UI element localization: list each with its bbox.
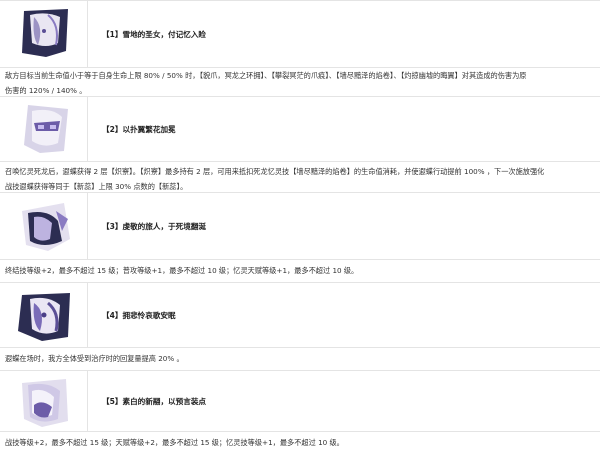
eidolon-4-description: 遐蝶在场时，我方全体受到治疗时的回复量提高 20% 。 (0, 348, 600, 370)
eidolon-1-portrait (18, 7, 74, 59)
eidolon-1-description-line: 敌方目标当前生命值小于等于自身生命上限 80% / 50% 时，【貌爪，冥龙之环… (5, 71, 527, 80)
eidolon-2-header: 【2】以扑翼繁花加冕 (0, 96, 600, 162)
eidolon-4-header: 【4】拥悲怜哀歌安眠 (0, 282, 600, 348)
eidolon-2-portrait (20, 103, 72, 155)
eidolon-4-portrait (16, 289, 74, 343)
eidolon-2-image-cell (0, 97, 88, 161)
eidolon-1-description: 敌方目标当前生命值小于等于自身生命上限 80% / 50% 时，【貌爪，冥龙之环… (0, 68, 600, 96)
eidolon-table: 【1】雪地的圣女，付记忆入睑 敌方目标当前生命值小于等于自身生命上限 80% /… (0, 0, 600, 454)
eidolon-3-image-cell (0, 193, 88, 259)
eidolon-1-title: 【1】雪地的圣女，付记忆入睑 (102, 29, 207, 39)
eidolon-5-description: 战技等级+2，最多不超过 15 级；天赋等级+2，最多不超过 15 级；忆灵技等… (0, 432, 600, 454)
eidolon-3-title: 【3】虔敬的旅人，于死境翻涎 (102, 221, 207, 231)
eidolon-1-image-cell (0, 1, 88, 67)
eidolon-2-title: 【2】以扑翼繁花加冕 (102, 124, 176, 134)
eidolon-4-title: 【4】拥悲怜哀歌安眠 (102, 310, 176, 320)
eidolon-5-description-line: 战技等级+2，最多不超过 15 级；天赋等级+2，最多不超过 15 级；忆灵技等… (5, 438, 344, 447)
eidolon-5-image-cell (0, 371, 88, 431)
eidolon-3-portrait (18, 201, 74, 253)
eidolon-5-title: 【5】素白的新翮，以预言装点 (102, 396, 207, 406)
eidolon-2-description: 召唤忆灵死龙后，遐蝶获得 2 层【炽寮】。【炽寮】最多持有 2 层，可用来抵扣死… (0, 162, 600, 192)
eidolon-3-description: 终结技等级+2，最多不超过 15 级；普攻等级+1，最多不超过 10 级；忆灵天… (0, 260, 600, 282)
eidolon-4-image-cell (0, 283, 88, 347)
eidolon-1-header: 【1】雪地的圣女，付记忆入睑 (0, 0, 600, 68)
eidolon-3-header: 【3】虔敬的旅人，于死境翻涎 (0, 192, 600, 260)
eidolon-5-portrait (18, 375, 72, 429)
eidolon-2-description-line: 召唤忆灵死龙后，遐蝶获得 2 层【炽寮】。【炽寮】最多持有 2 层，可用来抵扣死… (5, 167, 545, 176)
eidolon-3-description-line: 终结技等级+2，最多不超过 15 级；普攻等级+1，最多不超过 10 级；忆灵天… (5, 266, 359, 275)
eidolon-4-description-line: 遐蝶在场时，我方全体受到治疗时的回复量提高 20% 。 (5, 354, 184, 363)
eidolon-5-header: 【5】素白的新翮，以预言装点 (0, 370, 600, 432)
